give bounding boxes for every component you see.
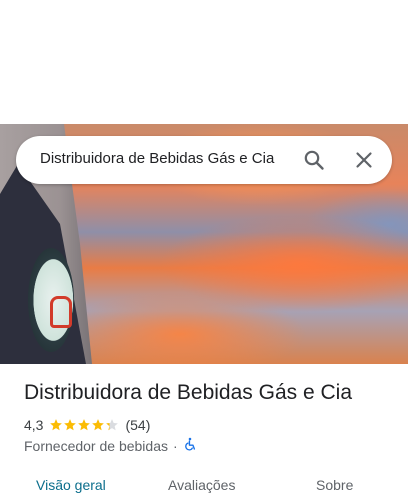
star-icon — [50, 419, 63, 431]
star-icon — [64, 419, 77, 431]
tab-reviews[interactable]: Avaliações — [168, 477, 235, 493]
close-icon[interactable] — [352, 148, 376, 172]
separator-dot: · — [173, 437, 178, 454]
search-input[interactable]: Distribuidora de Bebidas Gás e Cia — [40, 150, 274, 167]
review-count[interactable]: (54) — [125, 417, 150, 433]
wheelchair-icon — [183, 437, 197, 454]
sign-logo — [50, 296, 72, 328]
search-icon[interactable] — [302, 148, 326, 172]
rating-stars — [49, 418, 119, 432]
star-icon — [92, 419, 105, 431]
place-category: Fornecedor de bebidas — [24, 437, 168, 454]
tab-overview[interactable]: Visão geral — [36, 477, 106, 493]
search-box[interactable]: Distribuidora de Bebidas Gás e Cia — [16, 136, 392, 184]
rating-row[interactable]: 4,3 (54) — [24, 416, 150, 434]
category-row: Fornecedor de bebidas · — [24, 437, 197, 454]
tab-about[interactable]: Sobre — [316, 477, 353, 493]
rating-value: 4,3 — [24, 417, 44, 433]
place-title: Distribuidora de Bebidas Gás e Cia — [24, 381, 353, 404]
star-icon — [106, 419, 119, 431]
tab-bar: Visão geral Avaliações Sobre — [0, 468, 408, 493]
star-icon — [78, 419, 91, 431]
